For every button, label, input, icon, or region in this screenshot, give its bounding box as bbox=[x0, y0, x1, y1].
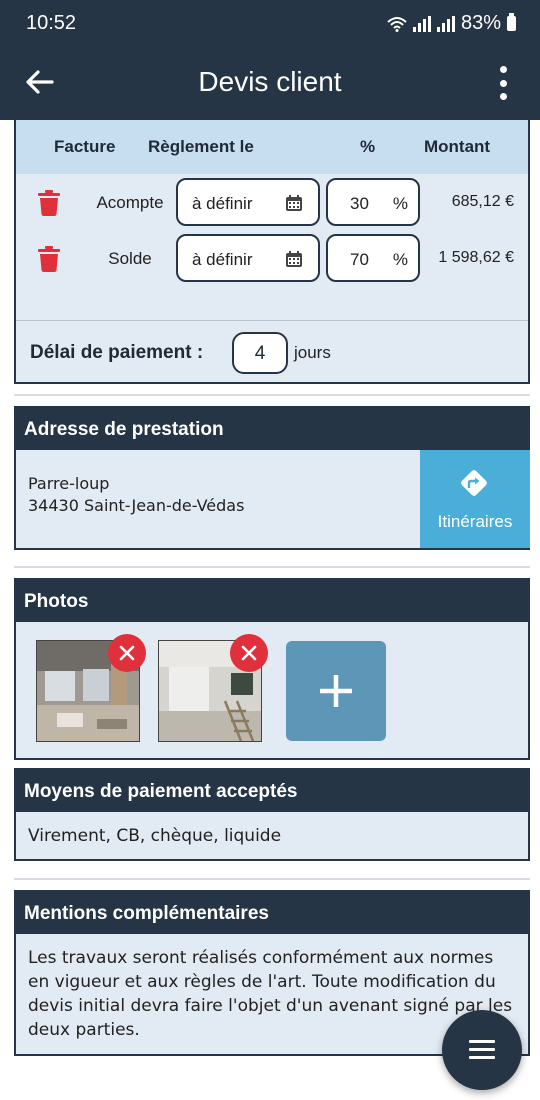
app-bar: Devis client bbox=[0, 46, 540, 120]
col-invoice: Facture bbox=[54, 137, 116, 156]
itinerary-button[interactable]: Itinéraires bbox=[420, 450, 530, 548]
table-row: Acompte à définir 30 % 685,12 € bbox=[16, 178, 528, 228]
status-icons: 83% bbox=[387, 12, 516, 35]
wifi-icon bbox=[387, 16, 407, 32]
percent-field[interactable]: 30 % bbox=[326, 178, 420, 226]
address-line2: 34430 Saint-Jean-de-Védas bbox=[28, 496, 245, 515]
battery-icon bbox=[507, 13, 516, 31]
remove-photo-icon[interactable] bbox=[230, 634, 268, 672]
amount-value: 685,12 € bbox=[451, 193, 514, 210]
calendar-icon bbox=[286, 195, 302, 211]
itinerary-label: Itinéraires bbox=[437, 512, 513, 531]
row-label: Solde bbox=[108, 249, 152, 268]
status-time: 10:52 bbox=[26, 12, 77, 34]
plus-icon bbox=[320, 675, 352, 707]
page-title: Devis client bbox=[198, 66, 342, 97]
divider bbox=[14, 878, 530, 880]
signal-icon-2 bbox=[436, 15, 455, 32]
col-percent: % bbox=[360, 137, 376, 156]
date-field[interactable]: à définir bbox=[176, 234, 320, 282]
address-title: Adresse de prestation bbox=[16, 408, 528, 450]
divider bbox=[14, 394, 530, 396]
photos-title: Photos bbox=[16, 580, 528, 622]
payment-methods-title: Moyens de paiement acceptés bbox=[16, 770, 528, 812]
remove-photo-icon[interactable] bbox=[108, 634, 146, 672]
address-card: Adresse de prestation Parre-loup 34430 S… bbox=[14, 406, 530, 550]
payment-schedule-panel: Facture Règlement le % Montant Acompte à… bbox=[14, 120, 530, 384]
status-bar: 10:52 83% bbox=[0, 0, 540, 46]
address-text: Parre-loup 34430 Saint-Jean-de-Védas bbox=[16, 450, 420, 548]
payment-methods-text: Virement, CB, chèque, liquide bbox=[28, 826, 282, 846]
more-options-icon[interactable] bbox=[498, 66, 508, 100]
trash-icon[interactable] bbox=[38, 190, 60, 216]
divider bbox=[16, 320, 528, 321]
mentions-title: Mentions complémentaires bbox=[16, 892, 528, 934]
address-line1: Parre-loup bbox=[28, 474, 110, 493]
trash-icon[interactable] bbox=[38, 246, 60, 272]
divider bbox=[14, 566, 530, 568]
add-photo-button[interactable] bbox=[286, 641, 386, 741]
calendar-icon bbox=[286, 251, 302, 267]
percent-field[interactable]: 70 % bbox=[326, 234, 420, 282]
row-label: Acompte bbox=[96, 193, 164, 212]
directions-icon bbox=[461, 470, 487, 496]
battery-percent: 83% bbox=[460, 12, 501, 34]
payment-methods-card: Moyens de paiement acceptés Virement, CB… bbox=[14, 768, 530, 861]
col-amount: Montant bbox=[424, 137, 491, 156]
payment-delay-unit: jours bbox=[294, 343, 331, 362]
table-row: Solde à définir 70 % 1 598,62 € bbox=[16, 234, 528, 284]
amount-value: 1 598,62 € bbox=[438, 249, 514, 266]
menu-fab-button[interactable] bbox=[442, 1010, 522, 1090]
photos-card: Photos bbox=[14, 578, 530, 760]
payment-table-header: Facture Règlement le % Montant bbox=[16, 120, 528, 174]
payment-delay-label: Délai de paiement : bbox=[30, 342, 204, 363]
date-field[interactable]: à définir bbox=[176, 178, 320, 226]
signal-icon bbox=[412, 15, 431, 32]
col-settlement: Règlement le bbox=[148, 137, 254, 156]
payment-delay-input[interactable]: 4 bbox=[232, 332, 288, 374]
